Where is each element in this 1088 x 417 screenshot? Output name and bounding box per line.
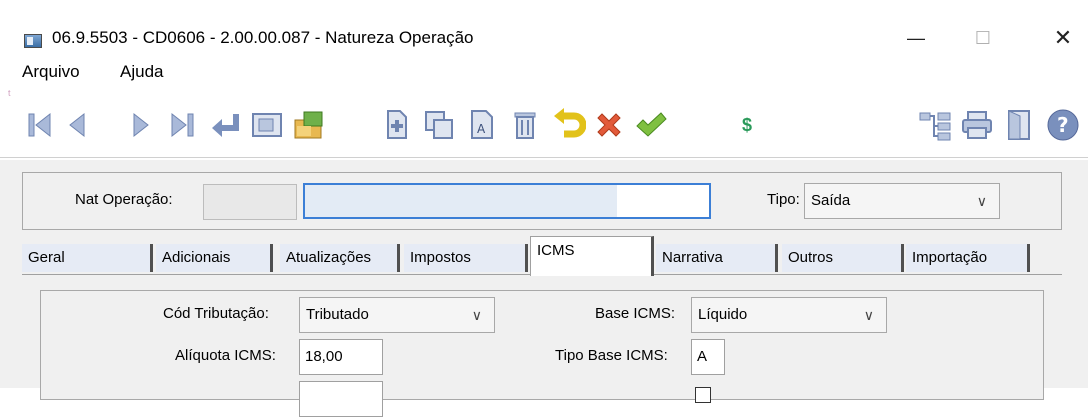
new-document-icon[interactable] bbox=[380, 105, 414, 145]
currency-icon[interactable]: $ bbox=[730, 105, 764, 145]
window-title: 06.9.5503 - CD0606 - 2.00.00.087 - Natur… bbox=[52, 28, 474, 47]
return-icon[interactable] bbox=[208, 105, 242, 145]
base-icms-value: Líquido bbox=[698, 306, 748, 323]
zoom-icon[interactable] bbox=[250, 105, 284, 145]
partial-checkbox[interactable] bbox=[695, 387, 711, 403]
tab-impostos[interactable]: Impostos bbox=[404, 244, 528, 272]
help-glyph: ? bbox=[1057, 113, 1069, 137]
tab-strip: Geral Adicionais Atualizações Impostos I… bbox=[22, 234, 1062, 276]
cancel-icon[interactable] bbox=[592, 105, 626, 145]
header-box: Nat Operação: Tipo: Saída ∨ bbox=[22, 172, 1062, 230]
confirm-icon[interactable] bbox=[634, 105, 668, 145]
first-record-icon[interactable] bbox=[22, 105, 56, 145]
previous-record-icon[interactable] bbox=[60, 105, 94, 145]
next-record-icon[interactable] bbox=[124, 105, 158, 145]
tipo-value: Saída bbox=[811, 192, 851, 209]
tab-atualizacoes[interactable]: Atualizações bbox=[280, 244, 400, 272]
tab-outros[interactable]: Outros bbox=[782, 244, 904, 272]
delete-icon[interactable] bbox=[508, 105, 542, 145]
cod-tributacao-value: Tributado bbox=[306, 306, 369, 323]
chevron-down-icon: ∨ bbox=[976, 193, 987, 209]
cod-tributacao-select[interactable]: Tributado ∨ bbox=[299, 297, 495, 333]
icms-panel: Cód Tributação: Tributado ∨ Alíquota ICM… bbox=[40, 290, 1044, 417]
print-icon[interactable] bbox=[960, 105, 994, 145]
main-panel: Nat Operação: Tipo: Saída ∨ Geral Adicio… bbox=[0, 160, 1088, 417]
tab-adicionais[interactable]: Adicionais bbox=[156, 244, 273, 272]
copy-icon[interactable] bbox=[422, 105, 456, 145]
minimize-button[interactable]: — bbox=[893, 18, 939, 58]
tipo-label: Tipo: bbox=[767, 191, 800, 208]
base-icms-select[interactable]: Líquido ∨ bbox=[691, 297, 887, 333]
cod-tributacao-label: Cód Tributação: bbox=[163, 305, 269, 322]
help-icon[interactable]: ? bbox=[1046, 105, 1080, 145]
svg-text:A: A bbox=[477, 122, 486, 136]
aliquota-label: Alíquota ICMS: bbox=[175, 347, 276, 364]
stray-mark: t bbox=[8, 88, 11, 98]
tipo-select[interactable]: Saída ∨ bbox=[804, 183, 1000, 219]
app-icon bbox=[24, 34, 42, 48]
tab-narrativa[interactable]: Narrativa bbox=[656, 244, 778, 272]
base-icms-label: Base ICMS: bbox=[595, 305, 676, 322]
toolbar: A $ ? bbox=[0, 92, 1088, 158]
nat-operacao-desc-field[interactable] bbox=[303, 183, 711, 219]
tipo-base-field[interactable]: A bbox=[691, 339, 725, 375]
last-record-icon[interactable] bbox=[166, 105, 200, 145]
close-button[interactable]: ✕ bbox=[1040, 18, 1086, 58]
rename-icon[interactable]: A bbox=[466, 105, 500, 145]
nat-operacao-code-field[interactable] bbox=[203, 184, 297, 220]
tree-icon[interactable] bbox=[918, 105, 952, 145]
menu-arquivo[interactable]: Arquivo bbox=[22, 62, 80, 82]
next-field-partial[interactable] bbox=[299, 381, 383, 417]
nat-operacao-label: Nat Operação: bbox=[75, 191, 173, 208]
chevron-down-icon: ∨ bbox=[471, 307, 482, 323]
title-bar: 06.9.5503 - CD0606 - 2.00.00.087 - Natur… bbox=[0, 0, 1088, 58]
undo-icon[interactable] bbox=[552, 105, 586, 145]
tipo-base-label: Tipo Base ICMS: bbox=[555, 347, 668, 364]
tab-icms[interactable]: ICMS bbox=[530, 236, 654, 276]
menu-ajuda[interactable]: Ajuda bbox=[120, 62, 163, 82]
nat-operacao-desc-value bbox=[617, 185, 709, 217]
chevron-down-icon: ∨ bbox=[863, 307, 874, 323]
exit-icon[interactable] bbox=[1002, 105, 1036, 145]
edit-folder-icon[interactable] bbox=[292, 105, 326, 145]
maximize-button[interactable]: ☐ bbox=[960, 18, 1006, 58]
tab-importacao[interactable]: Importação bbox=[906, 244, 1030, 272]
aliquota-field[interactable]: 18,00 bbox=[299, 339, 383, 375]
tab-geral[interactable]: Geral bbox=[22, 244, 153, 272]
